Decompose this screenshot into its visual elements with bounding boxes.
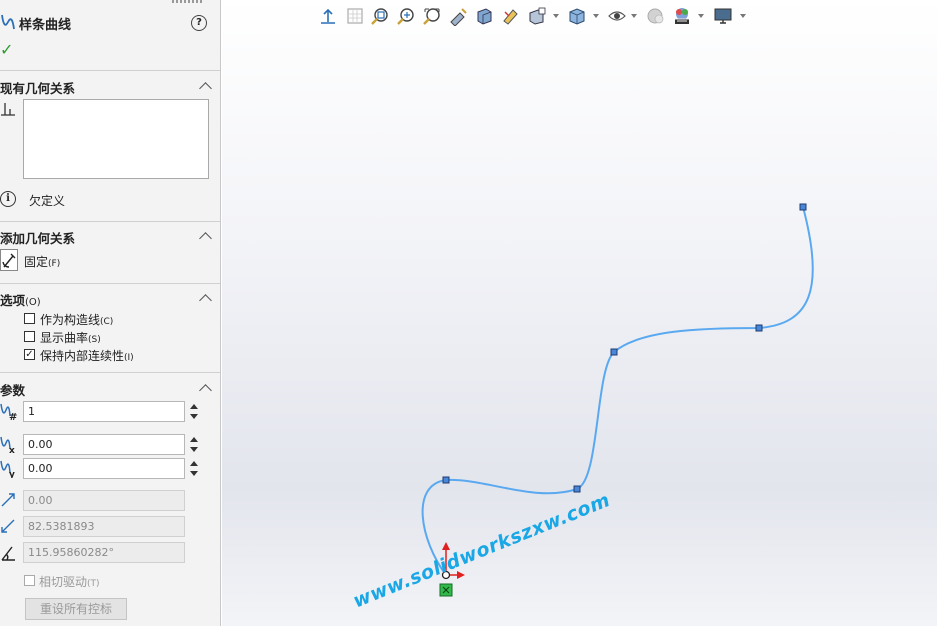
spline-point-handle[interactable] bbox=[799, 203, 807, 211]
spline-point-handle[interactable] bbox=[442, 476, 450, 484]
spline-point-handle[interactable] bbox=[610, 348, 618, 356]
fixed-relation-icon[interactable] bbox=[439, 583, 453, 597]
spline-point-handle[interactable] bbox=[755, 324, 763, 332]
spline-curve[interactable] bbox=[421, 206, 814, 576]
sketch-canvas[interactable] bbox=[0, 0, 937, 626]
spline-point-handle[interactable] bbox=[573, 485, 581, 493]
